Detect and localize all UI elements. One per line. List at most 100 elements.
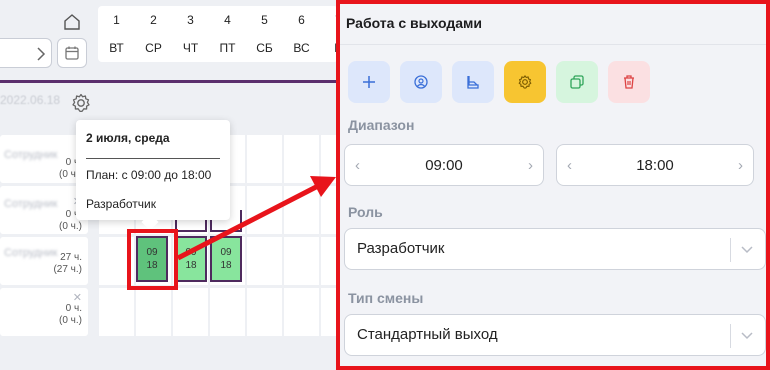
hours-planned: (0 ч.) — [59, 221, 82, 232]
tooltip-role: Разработчик — [86, 197, 156, 211]
shift-edit-panel: Работа с выходами Диапазон ‹ 09:00 › ‹ 1… — [336, 0, 770, 370]
day-cell[interactable] — [284, 288, 319, 336]
shift-end: 18 — [220, 260, 232, 271]
chevron-right-icon[interactable] — [35, 46, 47, 62]
user-search-icon — [414, 75, 428, 89]
day-cell[interactable] — [173, 288, 208, 336]
day-cell[interactable] — [210, 288, 245, 336]
day-number: 3 — [187, 13, 194, 27]
shift-tooltip: 2 июля, среда План: с 09:00 до 18:00 Раз… — [76, 120, 230, 231]
plus-icon — [363, 76, 375, 88]
shift-type-select[interactable]: Стандартный выход — [344, 314, 766, 356]
day-cell[interactable] — [321, 135, 336, 183]
chevron-down-icon[interactable] — [739, 327, 755, 343]
employee-row[interactable]: Сотрудник ✕ 0 ч.(0 ч.) — [0, 186, 88, 234]
settings-button[interactable] — [504, 61, 546, 103]
day-cell[interactable] — [284, 135, 319, 183]
tooltip-date: 2 июля, среда — [86, 131, 170, 145]
gear-icon — [518, 75, 532, 89]
employee-row[interactable]: ✕ 0 ч. (0 ч.) — [0, 288, 88, 336]
day-number: 4 — [224, 13, 231, 27]
chevron-right-icon[interactable]: › — [528, 157, 533, 174]
day-column-header[interactable]: 4 ПТ — [209, 6, 246, 62]
role-value: Разработчик — [357, 240, 445, 257]
weekday-label: ЧТ — [182, 41, 199, 55]
weekday-label: ВС — [293, 41, 310, 55]
shift-start: 09 — [185, 247, 197, 258]
employee-row[interactable]: Сотрудник 27 ч. (27 ч.) — [0, 237, 88, 285]
home-button[interactable] — [60, 10, 84, 34]
day-number: 7 — [320, 13, 336, 27]
hours-planned: (0 ч.) — [59, 315, 82, 326]
employee-name: Сотрудник — [4, 247, 58, 259]
assign-user-button[interactable] — [400, 61, 442, 103]
copy-icon — [570, 75, 584, 89]
day-cell[interactable] — [99, 288, 134, 336]
boot-icon — [467, 76, 479, 89]
day-cell[interactable] — [321, 237, 336, 285]
day-column-header[interactable]: 3 ЧТ — [172, 6, 209, 62]
range-start-stepper[interactable]: ‹ 09:00 › — [344, 144, 544, 186]
group-settings-button[interactable] — [70, 92, 92, 119]
group-date: 2022.06.18 — [0, 93, 61, 107]
schedule-toolbar — [0, 0, 92, 80]
day-column-header[interactable]: 5 СБ — [246, 6, 283, 62]
day-number: 1 — [113, 13, 120, 27]
tooltip-plan: План: с 09:00 до 18:00 — [86, 168, 212, 182]
weekday-label: П — [320, 41, 336, 55]
hours-total: 0 ч. — [65, 303, 82, 314]
add-button[interactable] — [348, 61, 390, 103]
calendar-button[interactable] — [57, 38, 87, 68]
hours-total: 27 ч. — [60, 252, 82, 263]
panel-divider — [340, 44, 766, 45]
day-cell[interactable] — [247, 237, 282, 285]
delete-button[interactable] — [608, 61, 650, 103]
range-end-stepper[interactable]: ‹ 18:00 › — [556, 144, 754, 186]
day-cell[interactable] — [284, 237, 319, 285]
time-off-button[interactable] — [452, 61, 494, 103]
calendar-icon — [65, 46, 79, 60]
day-column-header[interactable]: 7П — [320, 6, 336, 62]
day-cell[interactable] — [321, 186, 336, 234]
day-cell[interactable] — [247, 186, 282, 234]
shift-end: 18 — [185, 260, 197, 271]
day-cell[interactable] — [247, 288, 282, 336]
weekday-label: ПТ — [219, 41, 236, 55]
day-cell[interactable] — [284, 186, 319, 234]
trash-icon — [624, 75, 634, 89]
shift-start: 09 — [220, 247, 232, 258]
gear-icon — [72, 93, 90, 113]
role-select[interactable]: Разработчик — [344, 228, 766, 270]
shift-block[interactable]: 09 18 — [210, 236, 242, 282]
chevron-right-icon[interactable]: › — [738, 157, 743, 174]
shift-type-label: Тип смены — [348, 290, 424, 306]
shift-type-value: Стандартный выход — [357, 326, 498, 343]
day-number: 6 — [298, 13, 305, 27]
day-cell[interactable] — [321, 288, 336, 336]
range-start-value: 09:00 — [425, 157, 463, 174]
day-number: 5 — [261, 13, 268, 27]
day-column-header[interactable]: 1 ВТ — [98, 6, 135, 62]
copy-button[interactable] — [556, 61, 598, 103]
day-column-header[interactable]: 6 ВС — [283, 6, 320, 62]
day-cell[interactable] — [136, 288, 171, 336]
shift-block[interactable]: 09 18 — [175, 236, 207, 282]
range-label: Диапазон — [348, 117, 415, 133]
week-days-header: 1ВТ 2СР 3ЧТ 4ПТ 5СБ 6ВС 7П — [98, 6, 336, 62]
date-navigator[interactable] — [0, 38, 52, 68]
day-column-header[interactable]: 2 СР — [135, 6, 172, 62]
employee-row[interactable]: Сотрудник 0 ч. (0 ч.) — [0, 135, 88, 183]
employee-name: Сотрудник — [4, 198, 58, 210]
select-divider — [730, 324, 731, 348]
chevron-down-icon[interactable] — [739, 241, 755, 257]
section-divider — [0, 80, 336, 83]
home-icon — [64, 14, 80, 30]
day-cell[interactable] — [247, 135, 282, 183]
weekday-label: СР — [145, 41, 162, 55]
hours-planned: (27 ч.) — [53, 264, 82, 275]
role-label: Роль — [348, 204, 383, 220]
panel-title: Работа с выходами — [346, 15, 483, 31]
select-divider — [730, 238, 731, 262]
range-end-value: 18:00 — [636, 157, 674, 174]
employee-name: Сотрудник — [4, 149, 58, 161]
